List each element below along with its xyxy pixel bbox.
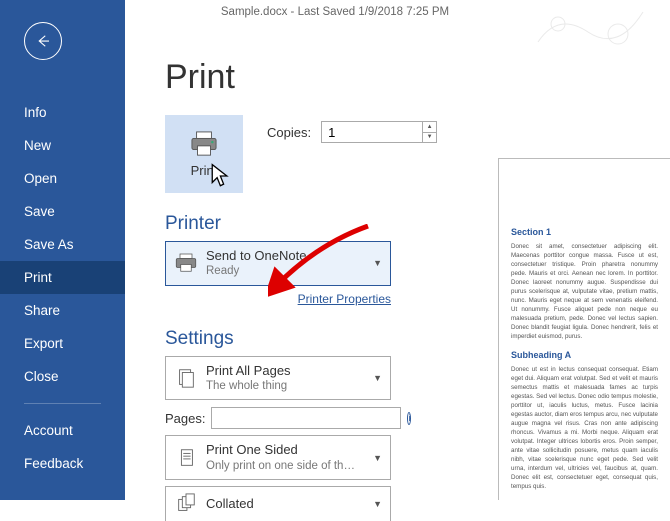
page-side-icon — [174, 447, 198, 469]
preview-heading-1: Section 1 — [511, 227, 658, 237]
page-title: Print — [165, 58, 642, 97]
collation-dropdown[interactable]: Collated ▼ — [165, 486, 391, 521]
nav-export[interactable]: Export — [0, 327, 125, 360]
copies-up-icon[interactable]: ▲ — [423, 122, 436, 133]
nav-info[interactable]: Info — [0, 96, 125, 129]
pages-icon — [174, 367, 198, 389]
printer-icon — [189, 131, 219, 157]
nav-save-as[interactable]: Save As — [0, 228, 125, 261]
chevron-down-icon: ▼ — [369, 453, 386, 463]
printer-status: Ready — [206, 264, 361, 278]
preview-para-1: Donec sit amet, consectetuer adipiscing … — [511, 243, 658, 342]
nav-print[interactable]: Print — [0, 261, 125, 294]
pages-label: Pages: — [165, 411, 205, 426]
pages-input[interactable] — [211, 407, 401, 429]
nav-separator — [24, 403, 101, 404]
nav-open[interactable]: Open — [0, 162, 125, 195]
printer-name: Send to OneNote — [206, 248, 361, 264]
nav-account[interactable]: Account — [0, 414, 125, 447]
sides-dropdown[interactable]: Print One Sided Only print on one side o… — [165, 435, 391, 480]
copies-input[interactable] — [322, 122, 422, 142]
copies-down-icon[interactable]: ▼ — [423, 133, 436, 143]
print-button[interactable]: Print — [165, 115, 243, 193]
printer-section-title: Printer — [165, 213, 221, 235]
printer-dropdown[interactable]: Send to OneNote Ready ▼ — [165, 241, 391, 286]
chevron-down-icon: ▼ — [369, 499, 386, 509]
preview-para-2: Donec ut est in lectus consequat consequ… — [511, 366, 658, 492]
printer-properties-link[interactable]: Printer Properties — [298, 292, 391, 306]
back-button[interactable] — [24, 22, 62, 60]
copies-spinner[interactable]: ▲ ▼ — [321, 121, 437, 143]
copies-label: Copies: — [267, 125, 311, 140]
backstage-sidebar: Info New Open Save Save As Print Share E… — [0, 0, 125, 500]
chevron-down-icon: ▼ — [369, 373, 386, 383]
nav-list: Info New Open Save Save As Print Share E… — [0, 96, 125, 480]
collated-icon — [174, 493, 198, 515]
print-range-dropdown[interactable]: Print All Pages The whole thing ▼ — [165, 356, 391, 401]
printer-device-icon — [174, 252, 198, 274]
pages-info-icon[interactable]: i — [407, 412, 411, 425]
preview-heading-2: Subheading A — [511, 350, 658, 360]
nav-close[interactable]: Close — [0, 360, 125, 393]
cursor-icon — [207, 163, 237, 189]
settings-section-title: Settings — [165, 328, 234, 350]
nav-save[interactable]: Save — [0, 195, 125, 228]
nav-new[interactable]: New — [0, 129, 125, 162]
nav-share[interactable]: Share — [0, 294, 125, 327]
back-arrow-icon — [34, 32, 52, 50]
nav-feedback[interactable]: Feedback — [0, 447, 125, 480]
chevron-down-icon: ▼ — [369, 258, 386, 268]
print-preview: Section 1 Donec sit amet, consectetuer a… — [498, 158, 670, 500]
